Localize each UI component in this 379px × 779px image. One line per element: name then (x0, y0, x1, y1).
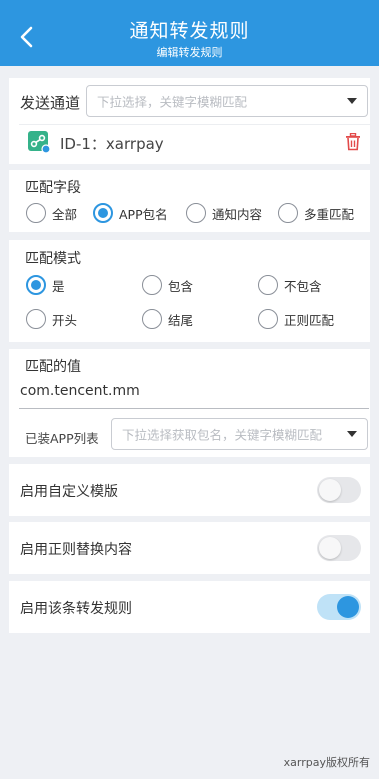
radio-circle (278, 203, 298, 223)
channel-card: 发送通道 下拉选择，关键字模糊匹配 ID-1：xarrpay (9, 78, 370, 164)
radio-label: 通知内容 (212, 206, 263, 222)
radio-circle (142, 275, 162, 295)
radio-label: 结尾 (168, 312, 194, 328)
match-field-card: 匹配字段 全部 APP包名 通知内容 多重匹配 (9, 170, 370, 232)
channel-label: 发送通道 (20, 94, 81, 112)
channel-select-placeholder: 下拉选择，关键字模糊匹配 (97, 94, 248, 110)
toggle-label: 启用该条转发规则 (20, 601, 132, 617)
app-list-select[interactable]: 下拉选择获取包名，关键字模糊匹配 (111, 418, 368, 450)
regex-replace-toggle[interactable] (317, 535, 361, 561)
radio-circle-checked (93, 203, 113, 223)
radio-label: 包含 (168, 278, 194, 294)
toggle-label: 启用自定义模版 (20, 484, 118, 500)
radio-label: 正则匹配 (284, 312, 335, 328)
toggle-enable-rule-row: 启用该条转发规则 (9, 581, 370, 633)
caret-down-icon (347, 98, 357, 104)
delete-icon[interactable] (345, 133, 361, 151)
radio-field-multi-match[interactable]: 多重匹配 (278, 203, 354, 223)
radio-label: 是 (52, 278, 65, 294)
radio-mode-equals[interactable]: 是 (26, 275, 65, 295)
match-mode-card: 匹配模式 是 包含 不包含 开头 结尾 正则匹配 (9, 240, 370, 342)
radio-circle (186, 203, 206, 223)
toggle-knob (319, 537, 341, 559)
radio-circle (26, 203, 46, 223)
radio-circle (258, 309, 278, 329)
app-list-placeholder: 下拉选择获取包名，关键字模糊匹配 (122, 427, 323, 443)
status-bar (0, 0, 379, 8)
page-title: 通知转发规则 (129, 20, 250, 42)
toggle-knob (319, 479, 341, 501)
radio-mode-contains[interactable]: 包含 (142, 275, 193, 295)
toggle-custom-template-row: 启用自定义模版 (9, 464, 370, 516)
app-list-label: 已装APP列表 (25, 431, 99, 446)
radio-mode-regex[interactable]: 正则匹配 (258, 309, 334, 329)
selected-channel-name: ID-1：xarrpay (60, 135, 164, 153)
radio-label: 开头 (52, 312, 78, 328)
radio-label: 多重匹配 (304, 206, 355, 222)
radio-circle (258, 275, 278, 295)
toggle-regex-replace-row: 启用正则替换内容 (9, 522, 370, 574)
radio-label: 全部 (52, 206, 78, 222)
match-value-card: 匹配的值 com.tencent.mm 已装APP列表 下拉选择获取包名，关键字… (9, 349, 370, 457)
toggle-knob (337, 596, 359, 618)
custom-template-toggle[interactable] (317, 477, 361, 503)
radio-field-notification-content[interactable]: 通知内容 (186, 203, 262, 223)
match-value-text: com.tencent.mm (20, 383, 140, 399)
channel-select[interactable]: 下拉选择，关键字模糊匹配 (86, 85, 368, 117)
radio-circle (26, 309, 46, 329)
radio-mode-not-contains[interactable]: 不包含 (258, 275, 322, 295)
match-value-label: 匹配的值 (25, 359, 81, 375)
app-header: 通知转发规则 编辑转发规则 (0, 8, 379, 66)
page-subtitle: 编辑转发规则 (156, 46, 223, 59)
caret-down-icon (347, 431, 357, 437)
radio-mode-ends-with[interactable]: 结尾 (142, 309, 193, 329)
radio-mode-starts-with[interactable]: 开头 (26, 309, 77, 329)
match-value-input[interactable]: com.tencent.mm (19, 377, 369, 409)
match-mode-label: 匹配模式 (25, 251, 81, 267)
divider (19, 124, 370, 125)
radio-label: APP包名 (119, 206, 168, 222)
radio-label: 不包含 (284, 278, 322, 294)
toggle-label: 启用正则替换内容 (20, 542, 132, 558)
radio-circle (142, 309, 162, 329)
match-field-label: 匹配字段 (25, 180, 81, 196)
radio-field-all[interactable]: 全部 (26, 203, 77, 223)
radio-circle-checked (26, 275, 46, 295)
radio-field-app-package[interactable]: APP包名 (93, 203, 168, 223)
enable-rule-toggle[interactable] (317, 594, 361, 620)
copyright-footer: xarrpay版权所有 (283, 756, 370, 769)
channel-app-icon (28, 131, 51, 154)
